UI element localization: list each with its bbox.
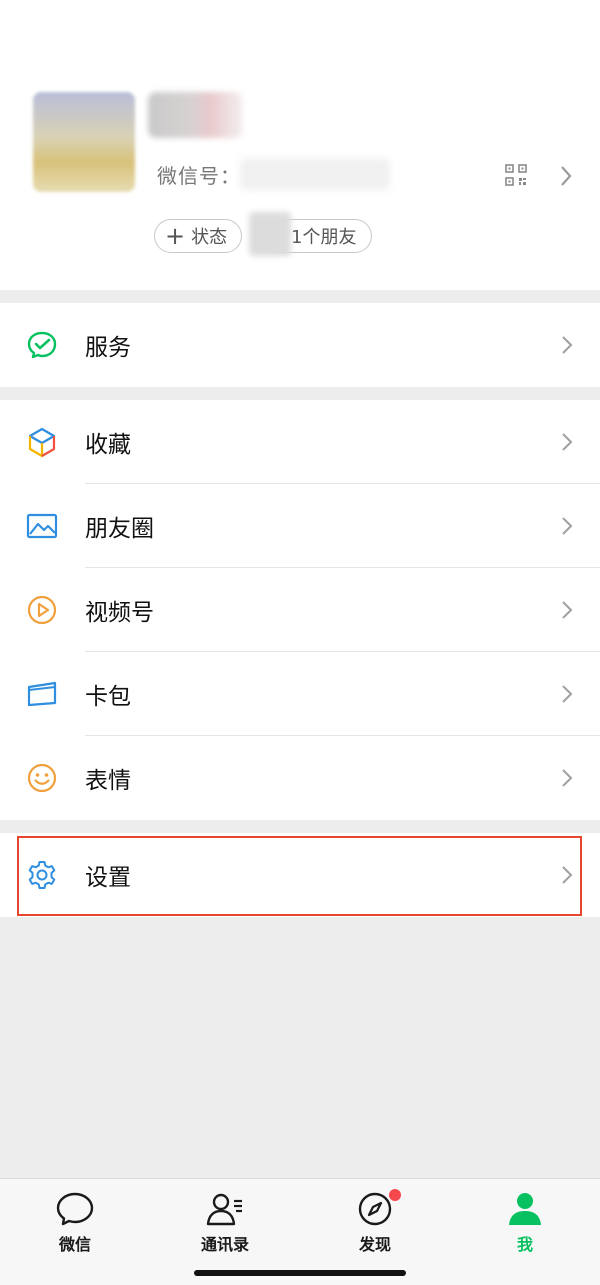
bottom-tab-bar: 微信 通讯录 发现 我 xyxy=(0,1178,600,1285)
tab-contacts[interactable]: 通讯录 xyxy=(175,1179,275,1259)
menu-label-moments: 朋友圈 xyxy=(85,516,154,542)
profile-header[interactable]: 微信号： + 状态 1个朋友 xyxy=(0,0,600,290)
chat-bubble-icon xyxy=(56,1192,94,1226)
status-button[interactable]: + 状态 xyxy=(154,219,242,253)
qr-code-icon[interactable] xyxy=(505,164,527,186)
menu-item-favorites[interactable]: 收藏 xyxy=(0,400,600,484)
tab-me[interactable]: 我 xyxy=(475,1179,575,1259)
person-icon xyxy=(509,1193,541,1225)
chevron-right-icon xyxy=(562,517,573,535)
tab-chats[interactable]: 微信 xyxy=(25,1179,125,1259)
menu-item-channels[interactable]: 视频号 xyxy=(0,568,600,652)
cube-icon xyxy=(28,427,56,458)
features-section: 收藏 朋友圈 视频号 卡包 表情 xyxy=(0,400,600,820)
nickname-blurred xyxy=(148,92,243,138)
tab-label: 微信 xyxy=(58,1235,91,1254)
menu-item-services[interactable]: 服务 xyxy=(0,303,600,387)
menu-item-stickers[interactable]: 表情 xyxy=(0,736,600,820)
menu-label-cards: 卡包 xyxy=(85,684,131,710)
tab-label: 我 xyxy=(516,1235,533,1254)
smiley-icon xyxy=(27,763,57,793)
home-indicator xyxy=(194,1270,406,1276)
menu-label-channels: 视频号 xyxy=(85,600,154,626)
wechat-id-label: 微信号： xyxy=(157,164,241,188)
image-icon xyxy=(26,513,58,539)
menu-label-services: 服务 xyxy=(85,335,131,361)
avatar[interactable] xyxy=(33,92,135,192)
chevron-right-icon xyxy=(562,433,573,451)
chevron-right-icon xyxy=(562,336,573,354)
menu-label-stickers: 表情 xyxy=(85,768,131,794)
menu-item-moments[interactable]: 朋友圈 xyxy=(0,484,600,568)
menu-label-favorites: 收藏 xyxy=(85,432,131,458)
menu-item-cards[interactable]: 卡包 xyxy=(0,652,600,736)
friend-avatar-blurred xyxy=(249,212,291,256)
friends-label: 1个朋友 xyxy=(291,227,357,248)
status-label: 状态 xyxy=(191,227,228,248)
settings-highlight-box xyxy=(17,836,582,916)
chevron-right-icon[interactable] xyxy=(558,164,574,188)
tab-label: 发现 xyxy=(358,1235,391,1254)
wechat-id-blurred xyxy=(240,158,390,190)
chevron-right-icon xyxy=(562,769,573,787)
plus-icon: + xyxy=(165,222,186,250)
contacts-icon xyxy=(206,1193,242,1226)
services-icon xyxy=(27,331,57,359)
chevron-right-icon xyxy=(562,601,573,619)
notification-dot xyxy=(389,1189,401,1201)
tab-discover[interactable]: 发现 xyxy=(325,1179,425,1259)
play-circle-icon xyxy=(27,595,57,625)
wallet-icon xyxy=(27,681,57,707)
tab-label: 通讯录 xyxy=(200,1235,249,1254)
services-section: 服务 xyxy=(0,303,600,387)
chevron-right-icon xyxy=(562,685,573,703)
